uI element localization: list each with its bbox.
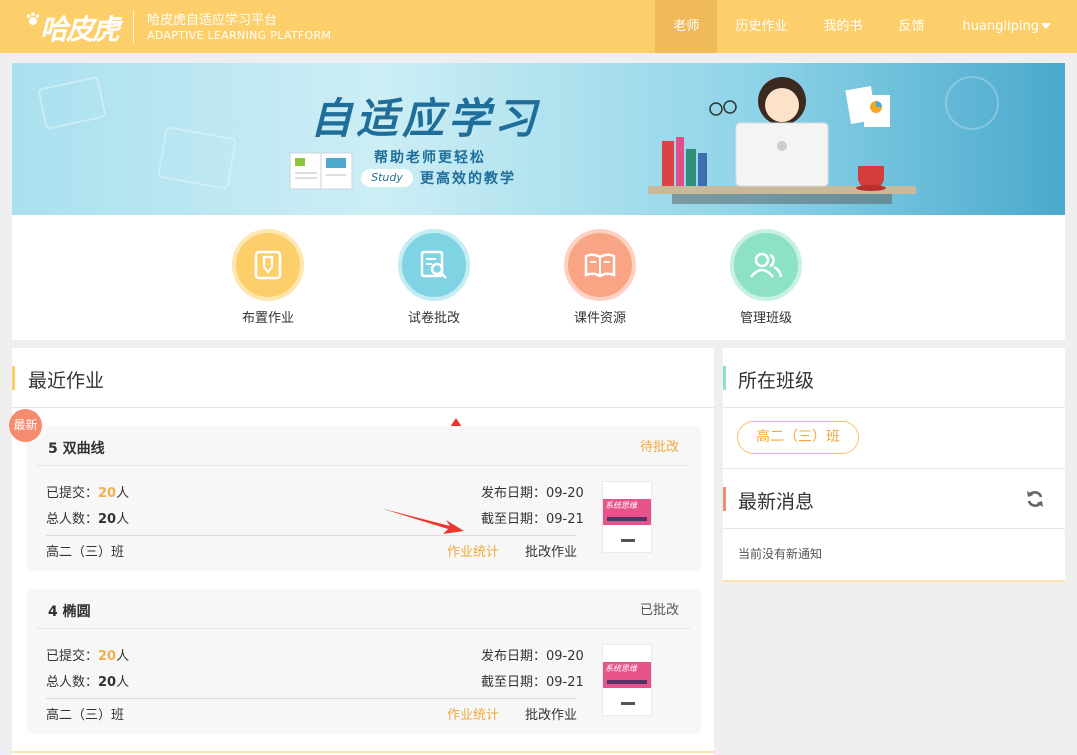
- news-panel-title: 最新消息: [738, 491, 815, 513]
- panel-bottom-border: [12, 751, 714, 753]
- open-book-icon: [564, 229, 636, 301]
- divider: [36, 465, 691, 466]
- manage-class-label: 管理班级: [739, 311, 792, 326]
- banner-study-pill: Study: [361, 169, 413, 187]
- magnify-doc-icon: [398, 229, 470, 301]
- submitted-number: 20: [98, 649, 117, 664]
- nav-my-books[interactable]: 我的书: [805, 0, 880, 53]
- recent-homework-panel: 最近作业 5 双曲线 待批改 已提交：20人 总人数：20人 发布日期：09-2…: [12, 348, 714, 755]
- homework-title: 5 双曲线: [48, 441, 105, 457]
- courseware-action[interactable]: 课件资源: [550, 229, 650, 326]
- no-news-text: 当前没有新通知: [738, 547, 823, 561]
- total-number: 20: [98, 675, 117, 690]
- homework-status: 已批改: [639, 603, 679, 618]
- total-label: 总人数：: [46, 675, 99, 690]
- deadline-date: 截至日期：09-21: [481, 512, 584, 527]
- homework-stats-link[interactable]: 作业统计: [447, 541, 499, 560]
- recent-homework-title: 最近作业: [28, 370, 105, 392]
- total-label: 总人数：: [46, 512, 99, 527]
- paw-icon: [26, 12, 40, 25]
- class-name: 高二（三）班: [46, 708, 125, 723]
- homework-stats-link[interactable]: 作业统计: [447, 704, 499, 723]
- banner-subtitle-1: 帮助老师更轻松: [374, 150, 486, 166]
- submitted-count: 已提交：20人: [46, 645, 129, 664]
- quick-actions: 布置作业 试卷批改 课件资源 管理班级: [12, 215, 1065, 340]
- homework-title: 4 椭圆: [48, 604, 91, 620]
- assign-homework-label: 布置作业: [241, 311, 294, 326]
- total-unit: 人: [116, 675, 130, 690]
- nav-feedback[interactable]: 反馈: [880, 0, 942, 53]
- divider: [46, 535, 576, 536]
- deadline-date: 截至日期：09-21: [481, 675, 584, 690]
- hero-banner: 自适应学习 帮助老师更轻松 Study 更高效的教学: [12, 63, 1065, 215]
- book-cover-title: 系统思维: [605, 501, 637, 510]
- submitted-label: 已提交：: [46, 649, 99, 664]
- homework-card[interactable]: 5 双曲线 待批改 已提交：20人 总人数：20人 发布日期：09-20 截至日…: [26, 426, 701, 571]
- assign-homework-action[interactable]: 布置作业: [218, 229, 318, 326]
- book-cover-strip: [607, 680, 647, 684]
- class-tag[interactable]: 高二（三）班: [737, 421, 859, 454]
- accent-bar: [723, 487, 726, 511]
- class-panel-header: 所在班级: [723, 348, 1065, 408]
- top-navbar: 哈皮虎 哈皮虎自适应学习平台 ADAPTIVE LEARNING PLATFOR…: [0, 0, 1077, 53]
- banner-title: 自适应学习: [310, 94, 541, 143]
- submitted-unit: 人: [116, 649, 130, 664]
- banner-subtitle-2: 更高效的教学: [420, 171, 516, 187]
- class-name: 高二（三）班: [46, 545, 125, 560]
- grade-paper-label: 试卷批改: [407, 311, 460, 326]
- brand-name: 哈皮虎自适应学习平台: [147, 13, 278, 28]
- class-panel-title: 所在班级: [738, 370, 815, 392]
- brand-tagline: ADAPTIVE LEARNING PLATFORM: [147, 29, 332, 42]
- total-count: 总人数：20人: [46, 508, 129, 527]
- accent-bar: [12, 366, 15, 390]
- nav-history-homework[interactable]: 历史作业: [717, 0, 805, 53]
- chevron-down-icon: [1041, 23, 1051, 29]
- book-cover-title: 系统思维: [605, 664, 637, 673]
- homework-card[interactable]: 4 椭圆 已批改 已提交：20人 总人数：20人 发布日期：09-20 截至日期…: [26, 589, 701, 734]
- book-cover[interactable]: 系统思维: [602, 481, 652, 553]
- publish-date: 发布日期：09-20: [481, 486, 584, 501]
- new-badge: 最新: [9, 409, 42, 442]
- book-cover[interactable]: 系统思维: [602, 644, 652, 716]
- submitted-unit: 人: [116, 486, 130, 501]
- users-icon: [730, 229, 802, 301]
- grade-homework-link[interactable]: 批改作业: [525, 704, 577, 723]
- user-menu[interactable]: huangliping: [942, 0, 1077, 53]
- book-cover-foot: [621, 539, 635, 542]
- grade-homework-link[interactable]: 批改作业: [525, 541, 577, 560]
- annotation-arrow-icon: [380, 508, 464, 534]
- main-nav: 老师 历史作业 我的书 反馈 huangliping: [655, 0, 1077, 53]
- accent-bar: [723, 366, 726, 390]
- submitted-number: 20: [98, 486, 117, 501]
- divider: [46, 698, 576, 699]
- brand-divider: [133, 10, 134, 43]
- total-count: 总人数：20人: [46, 671, 129, 690]
- homework-status: 待批改: [639, 440, 679, 455]
- news-panel-header: 最新消息: [723, 468, 1065, 529]
- courseware-label: 课件资源: [573, 311, 626, 326]
- side-panel: 所在班级 高二（三）班 最新消息 当前没有新通知: [723, 348, 1065, 582]
- logo-text: 哈皮虎: [40, 13, 120, 46]
- nav-teacher[interactable]: 老师: [655, 0, 718, 53]
- book-cover-strip: [607, 517, 647, 521]
- total-unit: 人: [116, 512, 130, 527]
- pencil-doc-icon: [232, 229, 304, 301]
- submitted-count: 已提交：20人: [46, 482, 129, 501]
- grade-paper-action[interactable]: 试卷批改: [384, 229, 484, 326]
- manage-class-action[interactable]: 管理班级: [716, 229, 816, 326]
- logo[interactable]: 哈皮虎: [26, 6, 120, 48]
- divider: [36, 628, 691, 629]
- total-number: 20: [98, 512, 117, 527]
- submitted-label: 已提交：: [46, 486, 99, 501]
- book-cover-foot: [621, 702, 635, 705]
- publish-date: 发布日期：09-20: [481, 649, 584, 664]
- refresh-icon[interactable]: [1025, 489, 1045, 509]
- username: huangliping: [962, 19, 1039, 34]
- recent-homework-header: 最近作业: [12, 348, 714, 408]
